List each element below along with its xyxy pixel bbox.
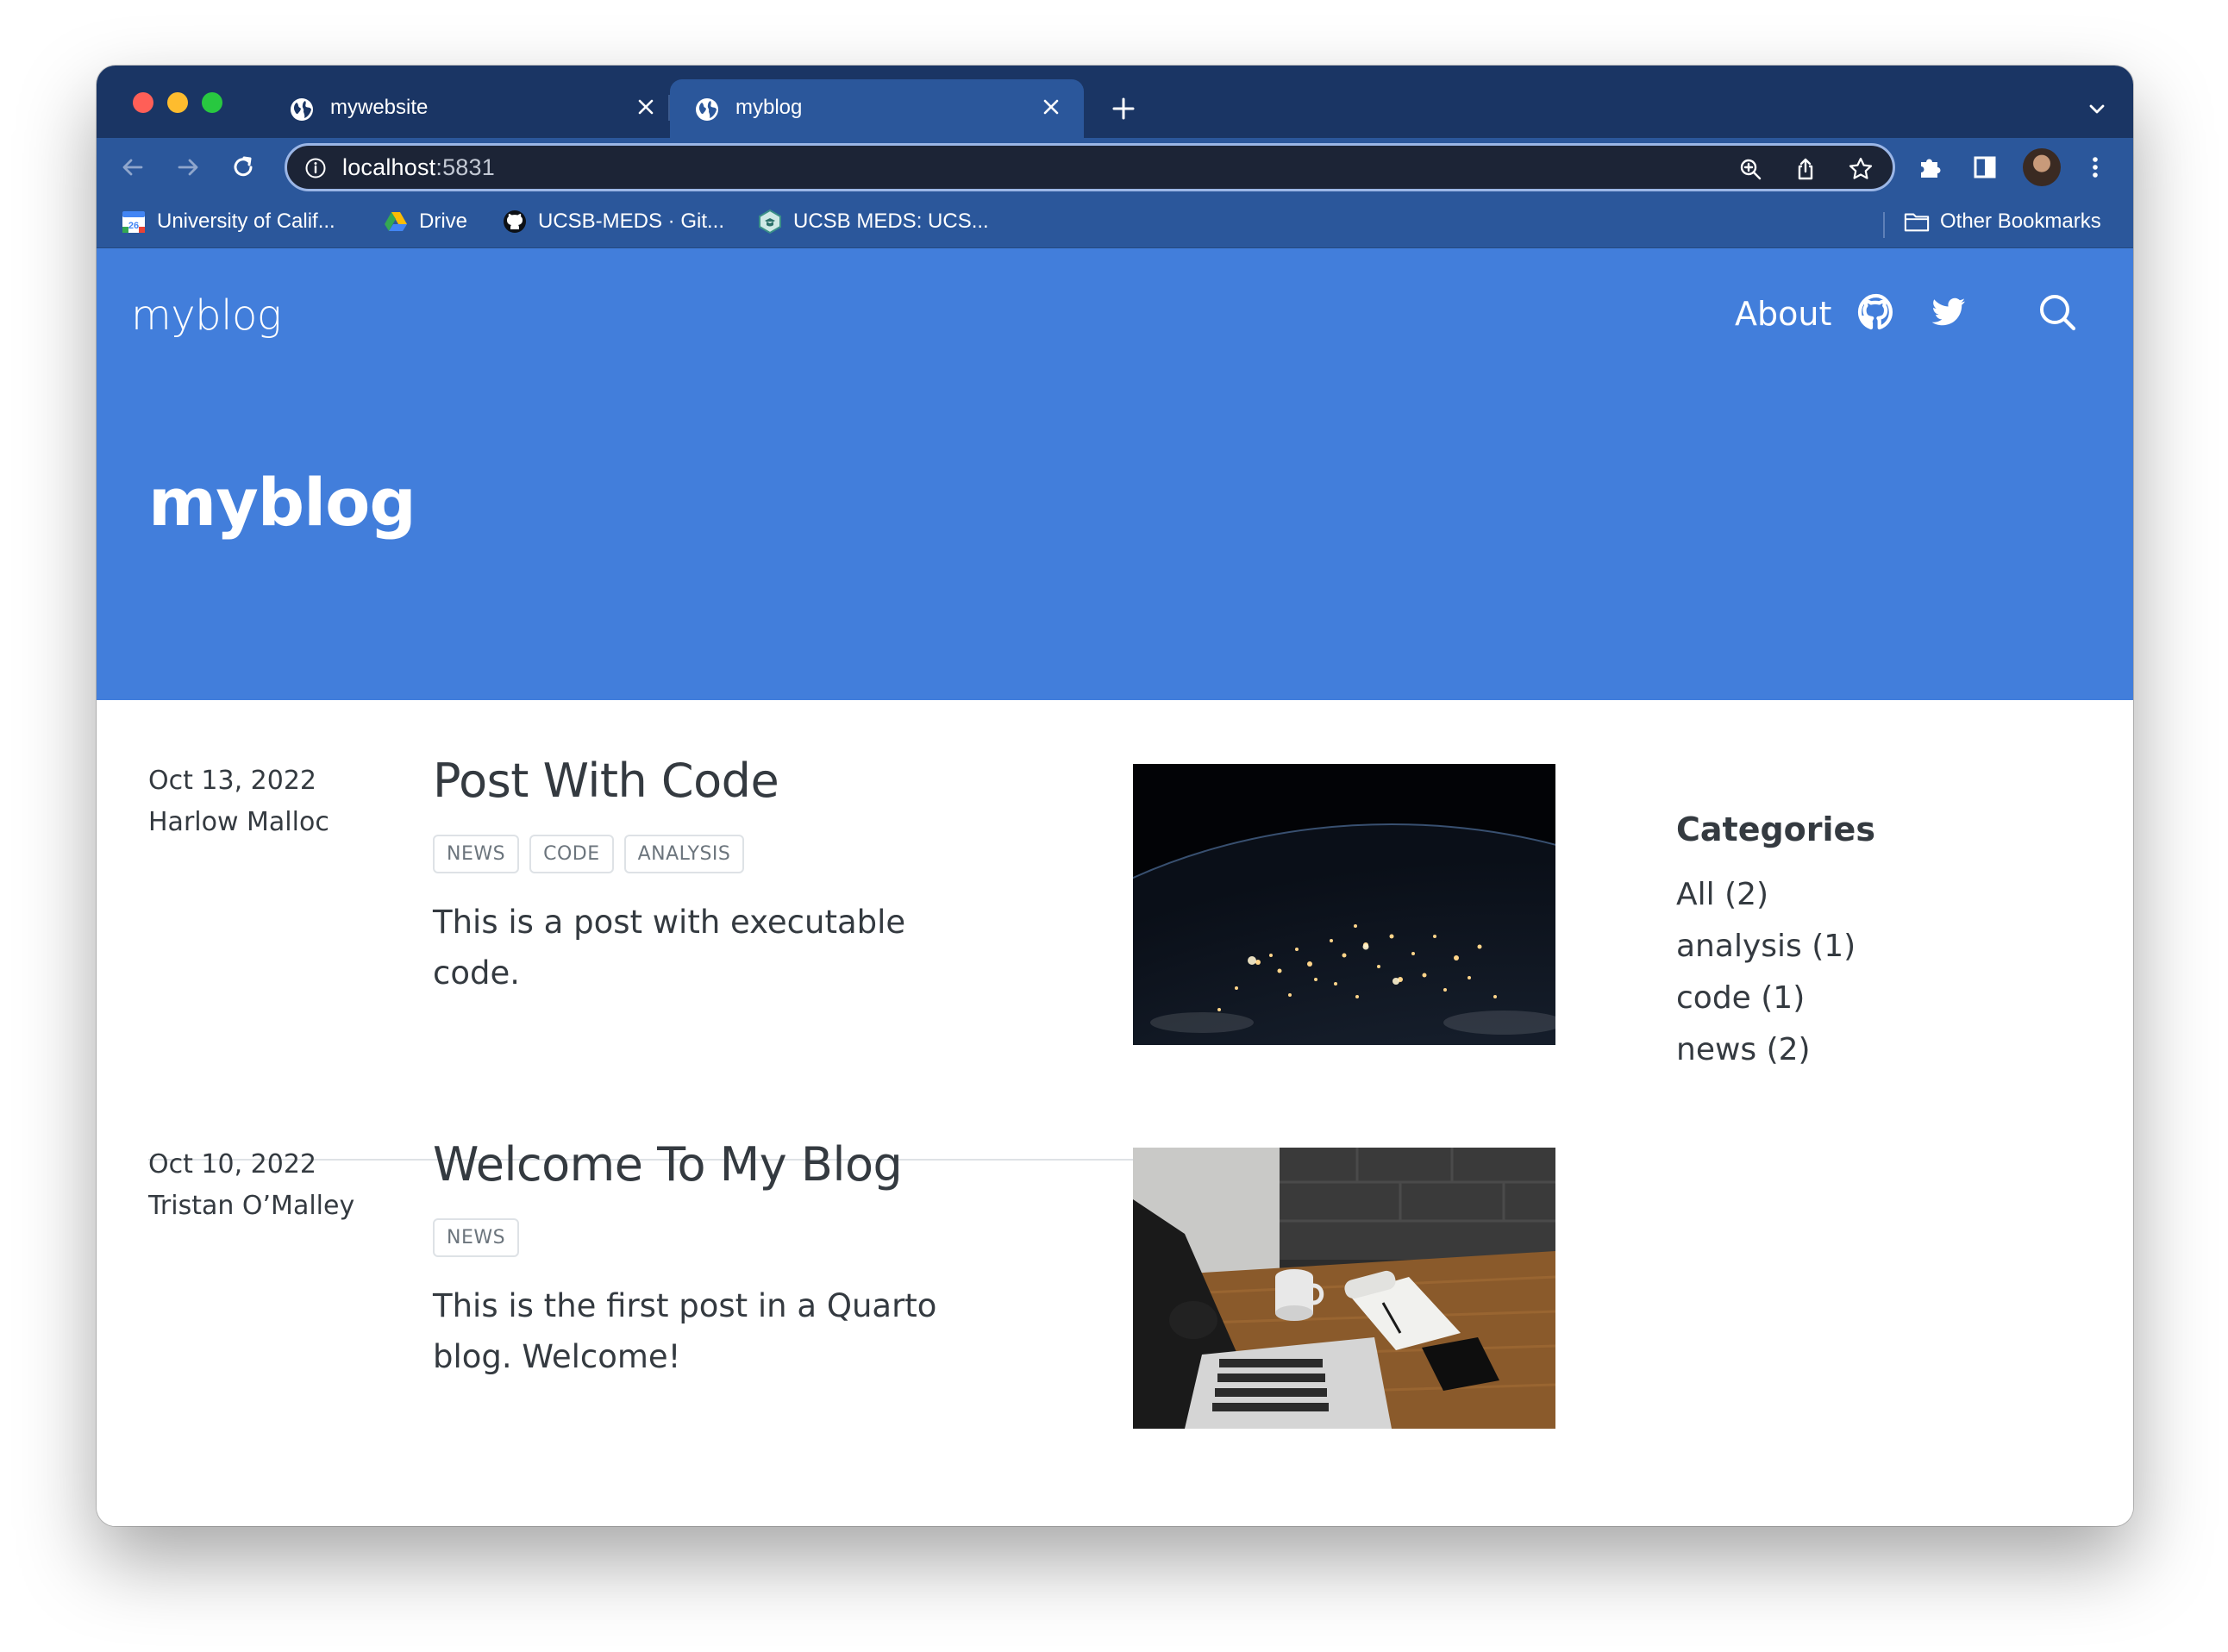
post-listing-item[interactable]: Oct 13, 2022 Harlow Malloc Post With Cod… — [148, 754, 1555, 1111]
share-button[interactable] — [1793, 156, 1818, 182]
back-button[interactable] — [116, 150, 150, 185]
post-title-link[interactable]: Welcome To My Blog — [433, 1137, 903, 1192]
category-chip-code[interactable]: code — [529, 835, 614, 873]
bookmark-university[interactable]: 26 University of Calif... — [121, 207, 335, 236]
meds-icon — [757, 209, 783, 235]
close-icon — [638, 99, 654, 115]
close-window-button[interactable] — [133, 92, 153, 113]
arrow-left-icon — [122, 159, 143, 176]
github-icon — [1857, 293, 1893, 330]
tab-strip: mywebsite myblog — [97, 66, 2133, 138]
category-chip-news[interactable]: news — [433, 835, 520, 873]
reload-icon — [234, 156, 253, 177]
post-date: Oct 13, 2022 — [148, 766, 316, 796]
bookmark-meds[interactable]: UCSB MEDS: UCS... — [757, 207, 989, 236]
star-icon — [1849, 157, 1873, 179]
bookmark-drive[interactable]: Drive — [383, 207, 467, 236]
post-thumbnail-laptop[interactable] — [1133, 1148, 1555, 1429]
category-filter-news[interactable]: news (2) — [1676, 1024, 2038, 1076]
info-icon[interactable] — [304, 157, 327, 179]
arrow-right-icon — [178, 159, 198, 176]
minimize-window-button[interactable] — [167, 92, 188, 113]
profile-avatar[interactable] — [2023, 148, 2061, 186]
globe-icon — [291, 98, 313, 121]
categories-heading: Categories — [1676, 810, 1875, 848]
site-search-button[interactable] — [2037, 291, 2078, 333]
bookmark-label: UCSB MEDS: UCS... — [793, 210, 989, 233]
category-chip-analysis[interactable]: analysis — [623, 835, 745, 873]
calendar-icon: 26 — [121, 209, 147, 235]
maximize-window-button[interactable] — [202, 92, 222, 113]
bookmark-star-button[interactable] — [1848, 156, 1874, 182]
nav-about-link[interactable]: About — [1735, 295, 1831, 333]
tab-search-button[interactable] — [2083, 95, 2111, 122]
post-description: This is a post with executable code. — [433, 904, 906, 992]
category-filter-analysis[interactable]: analysis (1) — [1676, 921, 2038, 973]
bookmark-github[interactable]: UCSB-MEDS · Git... — [502, 207, 724, 236]
bookmark-label: Drive — [419, 210, 468, 233]
other-bookmarks[interactable]: Other Bookmarks — [1904, 207, 2101, 236]
categories-sidebar: Categories All (2) analysis (1) code (1)… — [1676, 810, 2038, 1076]
page-title: myblog — [148, 464, 416, 541]
address-bar[interactable]: localhost:5831 — [285, 143, 1895, 191]
category-filter-all[interactable]: All (2) — [1676, 869, 2038, 921]
globe-icon — [696, 98, 718, 121]
post-thumbnail-earth[interactable] — [1133, 764, 1555, 1045]
tab-title: myblog — [735, 96, 803, 119]
site-brand-link[interactable]: myblog — [131, 291, 282, 340]
post-listing-item[interactable]: Oct 10, 2022 Tristan O’Malley Welcome To… — [148, 1137, 1555, 1494]
zoom-button[interactable] — [1737, 156, 1763, 182]
twitter-icon — [1931, 297, 1965, 326]
chevron-down-icon — [2089, 104, 2105, 114]
more-vertical-icon — [2093, 157, 2098, 178]
close-tab-button[interactable] — [630, 91, 661, 122]
post-categories: news code analysis — [433, 835, 745, 873]
post-description: This is the first post in a Quarto blog.… — [433, 1287, 937, 1375]
tab-mywebsite[interactable]: mywebsite — [265, 79, 679, 138]
browser-toolbar: localhost:5831 — [97, 138, 2133, 195]
post-title-link[interactable]: Post With Code — [433, 754, 779, 808]
search-icon — [2040, 295, 2076, 331]
reload-button[interactable] — [226, 150, 260, 185]
side-panel-icon — [1974, 156, 1996, 178]
share-icon — [1798, 158, 1813, 180]
url-host: localhost — [342, 154, 436, 180]
forward-button[interactable] — [171, 150, 205, 185]
plus-icon — [1112, 97, 1135, 120]
post-date: Oct 10, 2022 — [148, 1149, 316, 1180]
puzzle-icon — [1921, 159, 1941, 178]
extensions-button[interactable] — [1914, 152, 1945, 183]
close-icon — [1043, 99, 1059, 115]
other-bookmarks-label: Other Bookmarks — [1940, 210, 2101, 233]
bookmarks-divider — [1883, 212, 1885, 238]
nav-github-link[interactable] — [1856, 291, 1897, 333]
bookmark-label: UCSB-MEDS · Git... — [538, 210, 725, 233]
site-header: myblog About myblog — [97, 248, 2133, 700]
post-author: Tristan O’Malley — [148, 1191, 355, 1221]
tab-myblog[interactable]: myblog — [670, 79, 1084, 138]
nav-twitter-link[interactable] — [1928, 291, 1969, 333]
bookmarks-bar: 26 University of Calif... Drive UCSB-MED… — [97, 195, 2133, 248]
browser-window: mywebsite myblog localhost:5831 26 Unive… — [97, 66, 2133, 1526]
github-icon — [502, 209, 528, 235]
close-tab-button[interactable] — [1036, 91, 1067, 122]
new-tab-button[interactable] — [1106, 91, 1141, 126]
url-port: :5831 — [435, 154, 495, 180]
tab-title: mywebsite — [330, 96, 429, 119]
google-drive-icon — [383, 209, 409, 235]
post-author: Harlow Malloc — [148, 807, 329, 837]
address-url: localhost:5831 — [342, 154, 495, 181]
bookmark-label: University of Calif... — [157, 210, 335, 233]
post-categories: news — [433, 1218, 520, 1257]
category-filter-code[interactable]: code (1) — [1676, 973, 2038, 1024]
category-chip-news[interactable]: news — [433, 1218, 520, 1257]
side-panel-button[interactable] — [1969, 152, 2000, 183]
zoom-in-icon — [1740, 159, 1762, 180]
svg-text:26: 26 — [128, 221, 139, 231]
folder-icon — [1904, 209, 1930, 235]
browser-menu-button[interactable] — [2080, 152, 2111, 183]
blog-page: myblog About myblog Oct 13, 2022 Harlow … — [97, 248, 2133, 1526]
